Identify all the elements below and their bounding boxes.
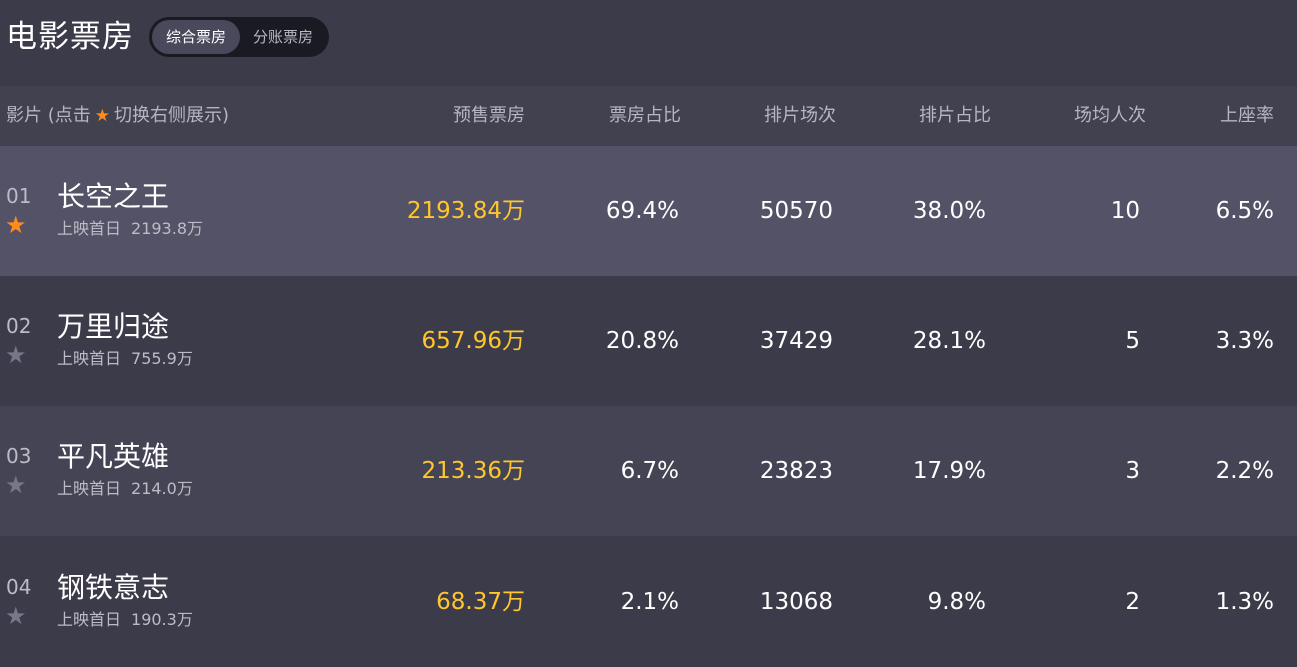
film-name: 钢铁意志 xyxy=(57,571,170,604)
column-header-avg-attendance[interactable]: 场均人次 xyxy=(1074,86,1146,146)
table-row[interactable]: 03 ★ 平凡英雄 上映首日 214.0万 213.36万 6.7% 23823 … xyxy=(0,406,1297,536)
first-day-value: 2193.8万 xyxy=(131,219,204,238)
column-header-presale[interactable]: 预售票房 xyxy=(453,86,525,146)
first-day-value: 190.3万 xyxy=(131,610,193,629)
row-rank: 01 xyxy=(6,184,32,208)
first-day-label: 上映首日 xyxy=(57,479,122,498)
star-icon[interactable]: ★ xyxy=(5,342,27,368)
page-title: 电影票房 xyxy=(6,19,134,55)
star-icon: ★ xyxy=(94,106,110,126)
first-day-label: 上映首日 xyxy=(57,349,122,368)
column-header-film-suffix: 切换右侧展示) xyxy=(114,105,230,126)
table-row[interactable]: 01 ★ 长空之王 上映首日 2193.8万 2193.84万 69.4% 505… xyxy=(0,146,1297,276)
box-share-value: 2.1% xyxy=(620,589,679,615)
first-day-value: 214.0万 xyxy=(131,479,193,498)
avg-attendance-value: 3 xyxy=(1125,458,1140,484)
avg-attendance-value: 2 xyxy=(1125,589,1140,615)
presale-value: 68.37万 xyxy=(436,589,525,615)
first-day-label: 上映首日 xyxy=(57,610,122,629)
film-first-day: 上映首日 190.3万 xyxy=(57,609,203,631)
occupancy-value: 6.5% xyxy=(1215,198,1274,224)
column-header-box-share[interactable]: 票房占比 xyxy=(609,86,681,146)
screen-share-value: 28.1% xyxy=(912,328,986,354)
column-header-occupancy[interactable]: 上座率 xyxy=(1220,86,1274,146)
presale-value: 657.96万 xyxy=(421,328,525,354)
star-icon[interactable]: ★ xyxy=(5,472,27,498)
box-share-value: 69.4% xyxy=(605,198,679,224)
film-name: 长空之王 xyxy=(57,180,170,213)
film-first-day: 上映首日 755.9万 xyxy=(57,348,203,370)
screen-share-value: 17.9% xyxy=(912,458,986,484)
occupancy-value: 1.3% xyxy=(1215,589,1274,615)
screen-share-value: 38.0% xyxy=(912,198,986,224)
presale-value: 2193.84万 xyxy=(406,198,525,224)
tab-comprehensive-box-office[interactable]: 综合票房 xyxy=(152,20,240,54)
occupancy-value: 3.3% xyxy=(1215,328,1274,354)
film-name: 平凡英雄 xyxy=(57,440,170,473)
first-day-label: 上映首日 xyxy=(57,219,122,238)
first-day-value: 755.9万 xyxy=(131,349,193,368)
tab-split-box-office[interactable]: 分账票房 xyxy=(240,20,326,54)
screen-share-value: 9.8% xyxy=(927,589,986,615)
occupancy-value: 2.2% xyxy=(1215,458,1274,484)
row-rank: 03 xyxy=(6,444,32,468)
avg-attendance-value: 5 xyxy=(1125,328,1140,354)
presale-value: 213.36万 xyxy=(421,458,525,484)
film-first-day: 上映首日 2193.8万 xyxy=(57,218,213,240)
star-icon[interactable]: ★ xyxy=(5,603,27,629)
table-row[interactable]: 02 ★ 万里归途 上映首日 755.9万 657.96万 20.8% 37429… xyxy=(0,276,1297,406)
screenings-value: 13068 xyxy=(759,589,833,615)
avg-attendance-value: 10 xyxy=(1110,198,1140,224)
column-header-screenings[interactable]: 排片场次 xyxy=(764,86,836,146)
screenings-value: 37429 xyxy=(759,328,833,354)
box-share-value: 20.8% xyxy=(605,328,679,354)
box-share-value: 6.7% xyxy=(620,458,679,484)
screenings-value: 50570 xyxy=(759,198,833,224)
box-office-type-toggle: 综合票房 分账票房 xyxy=(149,17,329,57)
screenings-value: 23823 xyxy=(759,458,833,484)
column-header-film: 影片 (点击 ★ 切换右侧展示) xyxy=(6,86,229,146)
column-header-film-prefix: 影片 (点击 xyxy=(6,105,91,126)
row-rank: 02 xyxy=(6,314,32,338)
page-header: 电影票房 综合票房 分账票房 xyxy=(0,0,1297,78)
row-rank: 04 xyxy=(6,575,32,599)
table-row[interactable]: 04 ★ 钢铁意志 上映首日 190.3万 68.37万 2.1% 13068 9… xyxy=(0,537,1297,641)
star-icon[interactable]: ★ xyxy=(5,212,27,238)
table-header: 影片 (点击 ★ 切换右侧展示) 预售票房 票房占比 排片场次 排片占比 场均人次 … xyxy=(0,86,1297,146)
film-first-day: 上映首日 214.0万 xyxy=(57,478,203,500)
film-name: 万里归途 xyxy=(57,310,170,343)
column-header-screen-share[interactable]: 排片占比 xyxy=(919,86,991,146)
